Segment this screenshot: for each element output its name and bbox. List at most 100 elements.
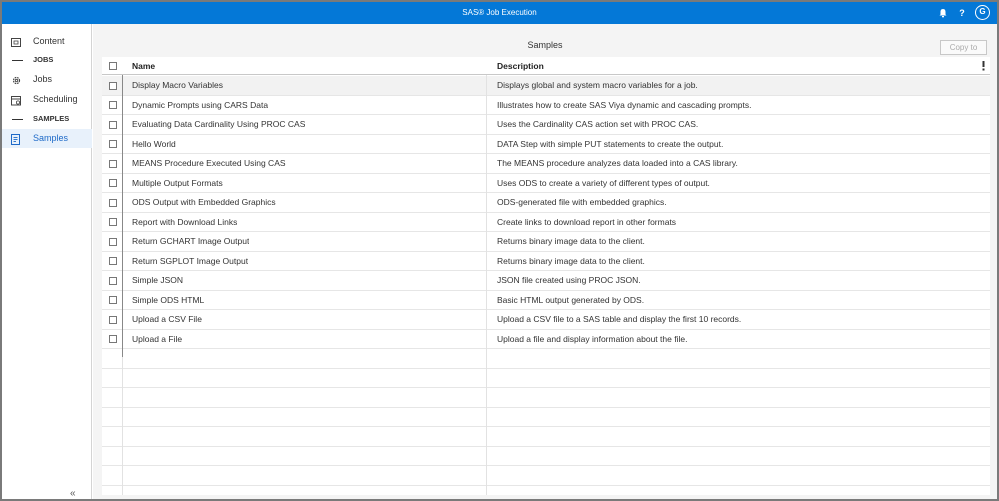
empty-row: [102, 349, 990, 369]
row-name: Display Macro Variables: [132, 80, 224, 90]
row-name: Simple JSON: [132, 275, 184, 285]
empty-row: [102, 466, 990, 486]
collapse-sidebar-icon[interactable]: «: [70, 489, 82, 499]
row-description: The MEANS procedure analyzes data loaded…: [497, 158, 738, 168]
table-row[interactable]: Dynamic Prompts using CARS Data Illustrat…: [102, 96, 990, 115]
row-name: Return SGPLOT Image Output: [132, 255, 249, 266]
samples-icon: [11, 133, 22, 145]
table-header: Name Description: [102, 57, 990, 75]
table-row[interactable]: Evaluating Data Cardinality Using PROC C…: [102, 115, 990, 135]
samples-table: Name Description Display Macro Variables…: [102, 57, 990, 495]
sidebar: Content JOBS Jobs Scheduling SAMPLES Sam…: [2, 24, 92, 499]
row-checkbox[interactable]: [109, 140, 117, 148]
empty-row: [102, 427, 990, 447]
column-divider: [122, 357, 123, 495]
table-row[interactable]: Return SGPLOT Image Output Returns binary…: [102, 252, 990, 271]
table-row[interactable]: Upload a CSV File Upload a CSV file to a …: [102, 310, 990, 330]
row-checkbox[interactable]: [109, 276, 117, 285]
row-description: JSON file created using PROC JSON.: [497, 275, 641, 285]
row-description: ODS-generated file with embedded graphic…: [497, 197, 667, 207]
row-description: Uses ODS to create a variety of differen…: [497, 177, 710, 188]
app-header: SAS® Job Execution ? G: [2, 2, 997, 24]
row-checkbox[interactable]: [109, 101, 117, 109]
empty-row: [102, 388, 990, 408]
sidebar-item-label: Jobs: [33, 74, 53, 84]
row-name: Evaluating Data Cardinality Using PROC C…: [132, 119, 306, 129]
column-divider: [486, 75, 487, 495]
row-checkbox[interactable]: [109, 257, 117, 265]
app-title: SAS® Job Execution: [462, 8, 537, 17]
table-row[interactable]: Multiple Output Formats Uses ODS to creat…: [102, 174, 990, 193]
table-row[interactable]: Simple JSON JSON file created using PROC …: [102, 271, 990, 291]
row-name: Dynamic Prompts using CARS Data: [132, 99, 269, 110]
row-description: Returns binary image data to the client.: [497, 236, 645, 246]
row-name: Return GCHART Image Output: [132, 236, 250, 246]
table-row[interactable]: Display Macro Variables Displays global a…: [102, 76, 990, 96]
row-checkbox[interactable]: [109, 335, 117, 343]
user-avatar[interactable]: G: [975, 5, 990, 20]
row-name: Upload a CSV File: [132, 314, 202, 324]
table-row[interactable]: ODS Output with Embedded Graphics ODS-gen…: [102, 193, 990, 213]
sidebar-item-scheduling[interactable]: Scheduling: [2, 90, 92, 109]
row-description: Upload a file and display information ab…: [497, 333, 688, 344]
table-row[interactable]: Simple ODS HTML Basic HTML output generat…: [102, 291, 990, 310]
row-name: Simple ODS HTML: [132, 294, 205, 305]
sidebar-section-samples: SAMPLES: [2, 112, 92, 126]
empty-row: [102, 447, 990, 466]
column-header-name[interactable]: Name: [132, 57, 155, 75]
row-checkbox[interactable]: [109, 81, 117, 90]
row-name: Multiple Output Formats: [132, 177, 223, 188]
row-description: Displays global and system macro variabl…: [497, 80, 698, 90]
help-icon[interactable]: ?: [956, 7, 968, 19]
table-row[interactable]: Return GCHART Image Output Returns binary…: [102, 232, 990, 252]
table-row[interactable]: Upload a File Upload a file and display i…: [102, 330, 990, 349]
row-checkbox[interactable]: [109, 315, 117, 324]
row-name: Hello World: [132, 138, 176, 149]
table-row[interactable]: MEANS Procedure Executed Using CAS The ME…: [102, 154, 990, 174]
section-divider: [12, 119, 23, 120]
row-name: MEANS Procedure Executed Using CAS: [132, 158, 286, 168]
row-description: Uses the Cardinality CAS action set with…: [497, 119, 699, 129]
page-title: Samples: [527, 40, 563, 50]
table-row[interactable]: Report with Download Links Create links t…: [102, 213, 990, 232]
app-window: SAS® Job Execution ? G Content JOBS Jobs: [0, 0, 999, 501]
row-checkbox[interactable]: [109, 179, 117, 187]
column-menu-icon[interactable]: [982, 61, 985, 71]
row-description: Returns binary image data to the client.: [497, 255, 645, 266]
sidebar-item-samples[interactable]: Samples: [2, 129, 92, 148]
copy-to-button[interactable]: Copy to: [940, 40, 987, 55]
row-checkbox[interactable]: [109, 218, 117, 226]
row-name: Upload a File: [132, 333, 183, 344]
sidebar-item-jobs[interactable]: Jobs: [2, 70, 92, 89]
column-header-description[interactable]: Description: [497, 57, 544, 75]
row-checkbox[interactable]: [109, 120, 117, 129]
sidebar-item-content[interactable]: Content: [2, 32, 92, 51]
row-checkbox[interactable]: [109, 237, 117, 246]
sidebar-item-label: Content: [33, 36, 65, 46]
row-checkbox[interactable]: [109, 296, 117, 304]
row-description: DATA Step with simple PUT statements to …: [497, 138, 724, 149]
sidebar-section-label: SAMPLES: [33, 114, 70, 123]
sidebar-item-label: Samples: [33, 133, 69, 143]
table-row[interactable]: Hello World DATA Step with simple PUT sta…: [102, 135, 990, 154]
select-all-checkbox[interactable]: [109, 62, 117, 70]
section-divider: [12, 60, 23, 61]
empty-row: [102, 369, 990, 388]
row-description: Create links to download report in other…: [497, 216, 677, 227]
sidebar-section-label: JOBS: [33, 55, 54, 64]
row-name: Report with Download Links: [132, 216, 238, 227]
calendar-icon: [11, 94, 22, 106]
row-description: Upload a CSV file to a SAS table and dis…: [497, 314, 742, 324]
row-checkbox[interactable]: [109, 159, 117, 168]
content-icon: [11, 36, 22, 47]
row-description: Basic HTML output generated by ODS.: [497, 294, 645, 305]
row-description: Illustrates how to create SAS Viya dynam…: [497, 99, 752, 110]
sidebar-section-jobs: JOBS: [2, 53, 92, 67]
main-panel: Samples Copy to Name Description Display…: [93, 24, 997, 499]
row-name: ODS Output with Embedded Graphics: [132, 197, 276, 207]
gear-icon: [11, 74, 22, 85]
row-checkbox[interactable]: [109, 198, 117, 207]
bell-icon[interactable]: [937, 7, 949, 19]
empty-row: [102, 408, 990, 427]
column-divider: [122, 75, 123, 357]
